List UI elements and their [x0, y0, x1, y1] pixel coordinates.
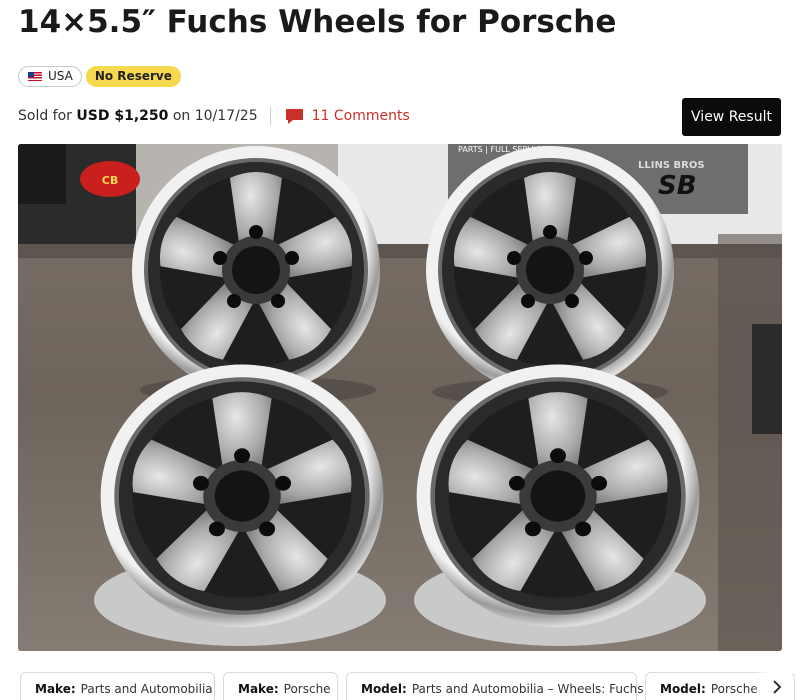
wheels-photo-image: CB PARTS | FULL SERVICE LLINS BROS SB	[18, 144, 782, 651]
tag-make-parts[interactable]: Make: Parts and Automobilia	[20, 672, 215, 700]
tag-make-porsche[interactable]: Make: Porsche	[223, 672, 338, 700]
us-flag-icon	[28, 72, 42, 81]
tag-value: Parts and Automobilia – Wheels: Fuchs	[411, 682, 644, 696]
cb-sign-text: CB	[102, 174, 118, 187]
tag-key: Make:	[35, 682, 76, 696]
tag-model-wheels-fuchs[interactable]: Model: Parts and Automobilia – Wheels: F…	[346, 672, 643, 700]
sold-date: 10/17/25	[194, 108, 258, 124]
listing-title: 14×5.5″ Fuchs Wheels for Porsche	[18, 4, 617, 40]
sold-on: on	[172, 108, 191, 124]
tag-list: Make: Parts and Automobilia Make: Porsch…	[20, 672, 800, 700]
chevron-right-icon	[773, 680, 782, 694]
tag-value: Porsche	[283, 682, 331, 696]
sold-prefix: Sold for	[18, 108, 72, 124]
sb-sign-text: SB	[658, 171, 697, 201]
listing-badges: USA No Reserve	[18, 66, 181, 87]
tag-key: Model:	[361, 682, 407, 696]
comment-icon	[285, 108, 303, 124]
tag-key: Model:	[660, 682, 706, 696]
comments-count: 11 Comments	[311, 108, 410, 124]
tags-scroll-next-button[interactable]	[752, 672, 792, 700]
listing-photo[interactable]: CB PARTS | FULL SERVICE LLINS BROS SB	[18, 144, 782, 651]
country-label: USA	[48, 69, 73, 83]
tag-value: Porsche	[710, 682, 758, 696]
no-reserve-badge: No Reserve	[85, 66, 181, 87]
comments-link[interactable]: 11 Comments	[285, 108, 410, 125]
collins-sign-text: LLINS BROS	[638, 160, 705, 171]
tag-value: Parts and Automobilia	[80, 682, 213, 696]
country-badge[interactable]: USA	[18, 66, 82, 87]
divider	[269, 107, 271, 125]
tag-key: Make:	[238, 682, 279, 696]
sold-info: Sold for USD $1,250 on 10/17/25 11 Comme…	[18, 104, 410, 128]
sold-price: USD $1,250	[76, 108, 169, 124]
view-result-button[interactable]: View Result	[682, 98, 781, 136]
